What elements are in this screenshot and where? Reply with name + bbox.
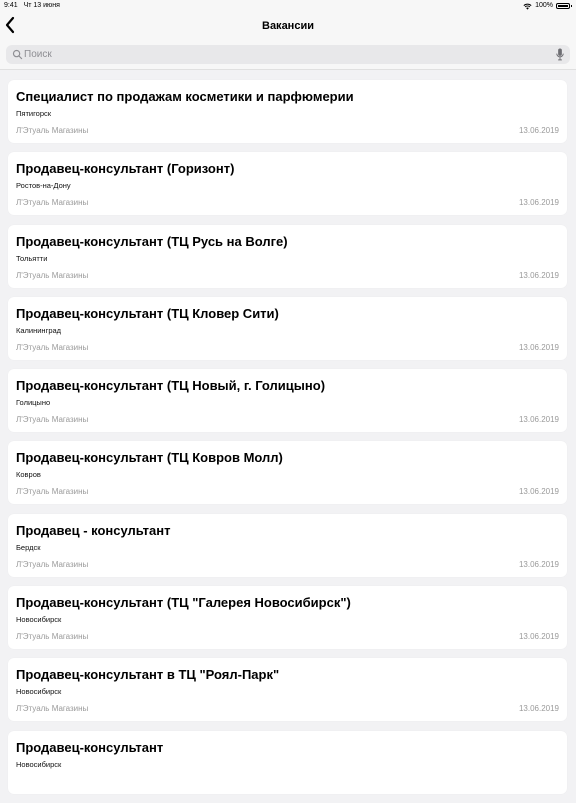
vacancy-list: Специалист по продажам косметики и парфю… [8, 80, 567, 803]
vacancy-date: 13.06.2019 [518, 487, 559, 497]
vacancy-company: Л'Этуаль Магазины [16, 632, 89, 642]
search-icon [12, 49, 23, 60]
vacancy-title: Продавец - консультант [16, 522, 171, 538]
vacancy-card[interactable]: Продавец-консультант (ТЦ Ковров Молл) Ков… [8, 441, 567, 505]
navigation-bar: Вакансии [0, 12, 576, 40]
search-field[interactable] [6, 45, 570, 64]
vacancy-company: Л'Этуаль Магазины [16, 559, 89, 569]
vacancy-card[interactable]: Продавец-консультант (ТЦ Новый, г. Голиц… [8, 369, 567, 433]
search-input[interactable] [24, 45, 524, 64]
vacancy-title: Продавец-консультант (ТЦ Ковров Молл) [16, 450, 283, 466]
vacancy-date: 13.06.2019 [518, 559, 559, 569]
vacancy-card[interactable]: Продавец-консультант (ТЦ "Галерея Новоси… [8, 586, 567, 650]
vacancy-city: Тольятти [16, 253, 48, 263]
vacancy-date: 13.06.2019 [518, 415, 559, 425]
vacancy-card[interactable]: Продавец-консультант (ТЦ Русь на Волге) Т… [8, 224, 567, 288]
battery-icon [556, 3, 572, 9]
vacancy-date: 13.06.2019 [518, 126, 559, 135]
vacancy-company: Л'Этуаль Магазины [16, 415, 89, 425]
page-title: Вакансии [262, 20, 314, 32]
wifi-icon [523, 3, 532, 10]
vacancy-city: Голицыно [16, 398, 51, 408]
battery-fill [558, 5, 568, 7]
microphone-icon[interactable] [555, 48, 565, 61]
vacancy-date: 13.06.2019 [518, 632, 559, 642]
vacancy-date: 13.06.2019 [518, 704, 559, 714]
vacancy-date: 13.06.2019 [518, 342, 559, 352]
vacancy-card[interactable]: Продавец-консультант (ТЦ Кловер Сити) Кал… [8, 296, 567, 360]
vacancy-city: Ростов-на-Дону [16, 181, 71, 191]
vacancy-card[interactable]: Продавец-консультант (Горизонт) Ростов-на… [8, 152, 567, 216]
vacancy-company: Л'Этуаль Магазины [16, 270, 89, 280]
vacancy-title: Продавец-консультант (Горизонт) [16, 161, 235, 177]
status-bar: 9:41 Чт 13 июня 100% [0, 0, 576, 12]
vacancy-card[interactable]: Специалист по продажам косметики и парфю… [8, 80, 567, 143]
status-time: 9:41 [4, 2, 18, 9]
vacancy-city: Пятигорск [16, 109, 52, 118]
vacancy-title: Продавец-консультант в ТЦ "Роял-Парк" [16, 667, 280, 683]
vacancy-title: Продавец-консультант (ТЦ Новый, г. Голиц… [16, 378, 326, 394]
vacancy-title: Продавец-консультант [16, 739, 164, 755]
search-bar [0, 40, 576, 70]
vacancy-card[interactable]: Продавец - консультант Бердск Л'Этуаль Маг… [8, 513, 567, 577]
vacancy-company: Л'Этуаль Магазины [16, 704, 89, 714]
battery-percent: 100% [535, 2, 553, 9]
vacancy-company: Л'Этуаль Магазины [16, 198, 89, 208]
vacancy-date: 13.06.2019 [518, 198, 559, 208]
status-date: Чт 13 июня [23, 2, 60, 9]
vacancy-title: Продавец-консультант (ТЦ Русь на Волге) [16, 233, 288, 249]
vacancy-city: Новосибирск [16, 615, 62, 625]
status-right: 100% [523, 0, 572, 12]
vacancy-city: Новосибирск [16, 687, 62, 697]
vacancy-company: Л'Этуаль Магазины [16, 126, 89, 135]
vacancy-date: 13.06.2019 [518, 270, 559, 280]
vacancy-city: Ковров [16, 470, 41, 480]
vacancy-card[interactable]: Продавец-консультант в ТЦ "Роял-Парк" Нов… [8, 658, 567, 722]
vacancy-card[interactable]: Продавец-консультант Новосибирск [8, 730, 567, 794]
vacancy-title: Продавец-консультант (ТЦ Кловер Сити) [16, 305, 279, 321]
vacancy-city: Новосибирск [16, 759, 62, 769]
status-left: 9:41 Чт 13 июня [4, 0, 64, 12]
vacancy-city: Бердск [16, 542, 41, 552]
vacancy-title: Специалист по продажам косметики и парфю… [16, 89, 354, 104]
vacancy-title: Продавец-консультант (ТЦ "Галерея Новоси… [16, 595, 351, 611]
vacancy-city: Калининград [16, 325, 62, 335]
vacancy-company: Л'Этуаль Магазины [16, 342, 89, 352]
vacancy-company: Л'Этуаль Магазины [16, 487, 89, 497]
